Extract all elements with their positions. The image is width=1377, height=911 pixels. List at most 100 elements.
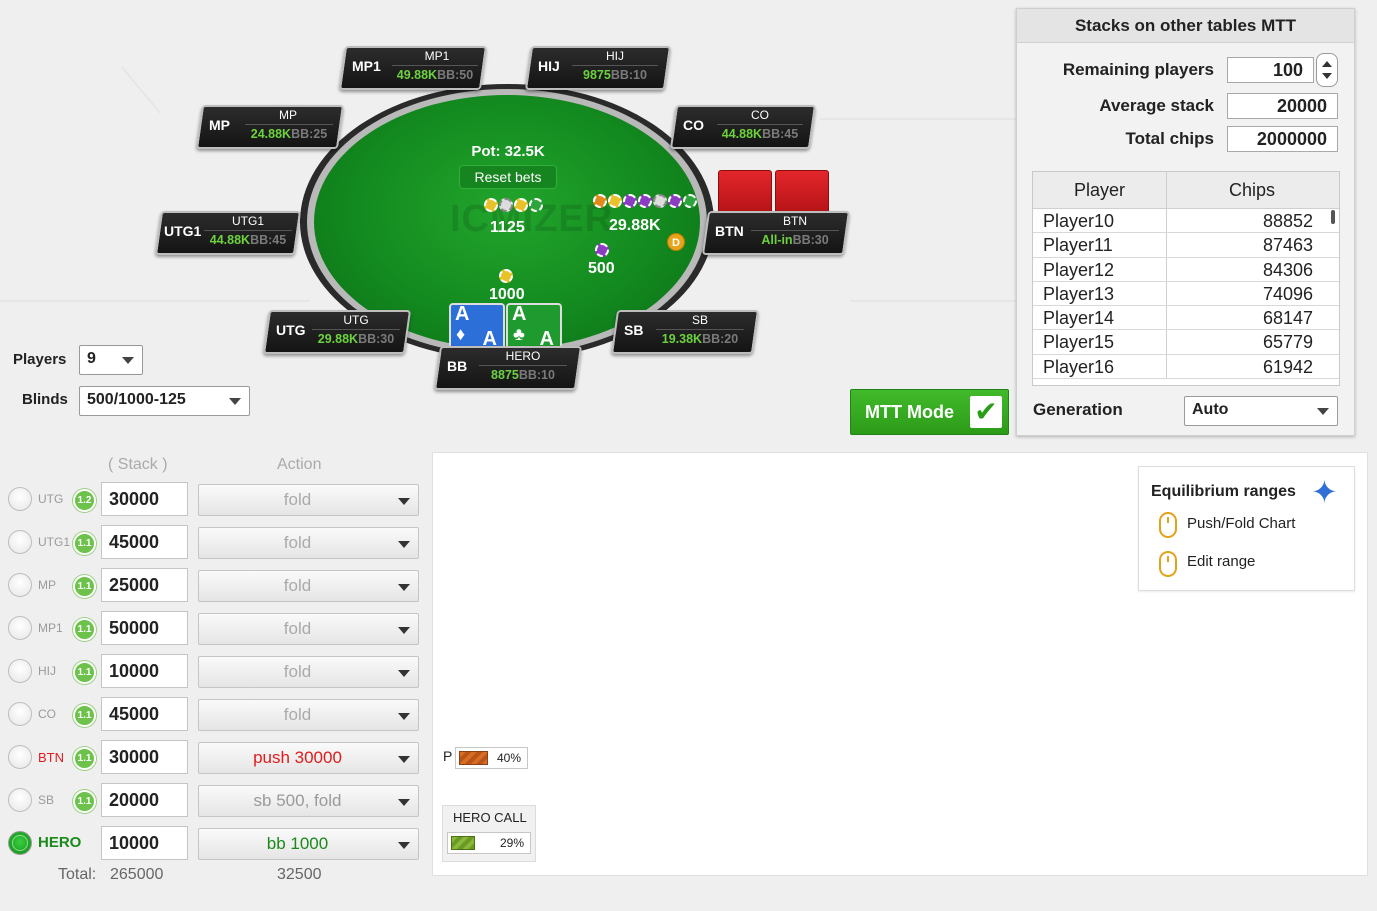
seat-btn[interactable]: BTN BTN All-inBB:30 (701, 211, 851, 255)
seat-hij[interactable]: HIJ HIJ 9875BB:10 (524, 46, 672, 90)
table-row[interactable]: Player15 65779 (1033, 330, 1339, 355)
hero-select-radio[interactable] (8, 745, 32, 769)
seat-mp1[interactable]: MP1 MP1 49.88KBB:50 (338, 46, 488, 90)
action-select[interactable]: fold (198, 656, 419, 688)
action-select[interactable]: fold (198, 484, 419, 516)
player-chips: 87463 (1262, 235, 1313, 256)
icm-multiplier-badge: 1.1 (73, 618, 96, 641)
caret-down-icon (398, 799, 410, 806)
total-label: Total: (58, 866, 97, 883)
seat-co[interactable]: CO CO 44.88KBB:45 (669, 105, 817, 149)
push-fold-chart-link[interactable]: Push/Fold Chart (1187, 515, 1295, 532)
table-row[interactable]: Player13 74096 (1033, 281, 1339, 307)
action-select[interactable]: bb 1000 (198, 828, 419, 860)
blinds-select[interactable]: 500/1000-125 (79, 386, 250, 416)
star-icon[interactable]: ✦ (1311, 476, 1341, 508)
seat-utg1[interactable]: UTG1 UTG1 44.88KBB:45 (154, 211, 302, 255)
table-row[interactable]: Player14 68147 (1033, 306, 1339, 331)
stack-column-header[interactable]: ( Stack ) (108, 456, 168, 474)
hero-select-radio[interactable] (8, 831, 32, 855)
hero-call-box[interactable]: HERO CALL 29% (442, 805, 536, 862)
player-name: Player12 (1033, 257, 1167, 281)
hero-call-bar[interactable]: 29% (447, 832, 531, 854)
icm-multiplier-badge: 1.1 (73, 747, 96, 770)
action-select[interactable]: fold (198, 613, 419, 645)
player-chips: 65779 (1262, 332, 1313, 353)
total-chips-input[interactable]: 2000000 (1227, 126, 1338, 152)
seat-stack: 24.88KBB:25 (250, 127, 328, 141)
seat-mp[interactable]: MP MP 24.88KBB:25 (195, 105, 345, 149)
hero-select-radio[interactable] (8, 487, 32, 511)
seat-sb[interactable]: SB SB 19.38KBB:20 (610, 310, 760, 354)
col-player[interactable]: Player (1033, 172, 1167, 208)
seat-name: MP (279, 108, 297, 122)
stack-input[interactable]: 50000 (101, 611, 188, 645)
seat-position: MP1 (352, 58, 381, 74)
seat-stack: 8875BB:10 (491, 368, 555, 382)
action-select[interactable]: fold (198, 699, 419, 731)
action-select[interactable]: sb 500, fold (198, 785, 419, 817)
remaining-players-input[interactable]: 100 (1227, 57, 1314, 83)
player-name: Player14 (1033, 306, 1167, 330)
player-chips: 88852 (1262, 211, 1313, 231)
col-chips[interactable]: Chips (1167, 172, 1337, 208)
scrollbar[interactable] (1331, 210, 1335, 224)
chevron-down-icon[interactable] (1322, 73, 1332, 79)
action-select[interactable]: fold (198, 527, 419, 559)
seat-position: UTG (276, 322, 306, 338)
hero-select-radio[interactable] (8, 702, 32, 726)
position-label: UTG (38, 492, 64, 506)
hero-call-pct: 29% (499, 836, 524, 850)
generation-select[interactable]: Auto (1184, 396, 1338, 426)
table-row[interactable]: Player10 88852 (1033, 209, 1339, 234)
icm-multiplier-badge: 1.1 (73, 661, 96, 684)
stack-input[interactable]: 45000 (101, 525, 188, 559)
seat-hero[interactable]: BB HERO 8875BB:10 (433, 346, 583, 390)
bg-line (0, 300, 310, 302)
remaining-players-stepper[interactable] (1316, 53, 1338, 87)
caret-down-icon (398, 627, 410, 634)
icm-multiplier-badge: 1.1 (73, 790, 96, 813)
mtt-mode-toggle[interactable]: MTT Mode ✔ (850, 389, 1009, 435)
players-select[interactable]: 9 (79, 345, 143, 375)
hero-select-radio[interactable] (8, 530, 32, 554)
chip-stack (593, 194, 697, 208)
table-row[interactable]: Player16 61942 (1033, 354, 1339, 380)
edit-range-link[interactable]: Edit range (1187, 553, 1255, 570)
seat-name: HIJ (606, 49, 624, 63)
seat-stack: 49.88KBB:50 (396, 68, 474, 82)
chip-stack (484, 198, 543, 212)
stack-input[interactable]: 30000 (101, 740, 188, 774)
position-label: MP (38, 578, 56, 592)
hero-select-radio[interactable] (8, 616, 32, 640)
hero-select-radio[interactable] (8, 573, 32, 597)
hero-select-radio[interactable] (8, 659, 32, 683)
p-range-bar[interactable]: 40% (455, 747, 528, 769)
stack-input[interactable]: 45000 (101, 697, 188, 731)
stack-input[interactable]: 10000 (101, 654, 188, 688)
stack-input[interactable]: 10000 (101, 826, 188, 860)
stack-input[interactable]: 20000 (101, 783, 188, 817)
seat-position: BB (447, 358, 468, 374)
position-label: UTG1 (38, 535, 71, 549)
hero-select-radio[interactable] (8, 788, 32, 812)
player-chips: 61942 (1262, 356, 1313, 377)
chevron-up-icon[interactable] (1322, 61, 1332, 67)
check-icon: ✔ (970, 396, 1002, 428)
seat-stack: 44.88KBB:45 (721, 127, 799, 141)
player-name: Player15 (1033, 330, 1167, 354)
average-stack-input[interactable]: 20000 (1227, 93, 1338, 119)
reset-bets-button[interactable]: Reset bets (459, 165, 557, 189)
caret-down-icon (1317, 408, 1329, 415)
position-label: MP1 (38, 621, 63, 635)
table-row[interactable]: Player12 84306 (1033, 257, 1339, 282)
stack-input[interactable]: 30000 (101, 482, 188, 516)
seat-position: CO (683, 117, 704, 133)
p-label: P (443, 748, 453, 764)
seat-utg[interactable]: UTG UTG 29.88KBB:30 (262, 310, 412, 354)
action-select[interactable]: fold (198, 570, 419, 602)
position-label: CO (38, 707, 56, 721)
table-row[interactable]: Player11 87463 (1033, 233, 1339, 258)
stack-input[interactable]: 25000 (101, 568, 188, 602)
action-select[interactable]: push 30000 (198, 742, 419, 774)
